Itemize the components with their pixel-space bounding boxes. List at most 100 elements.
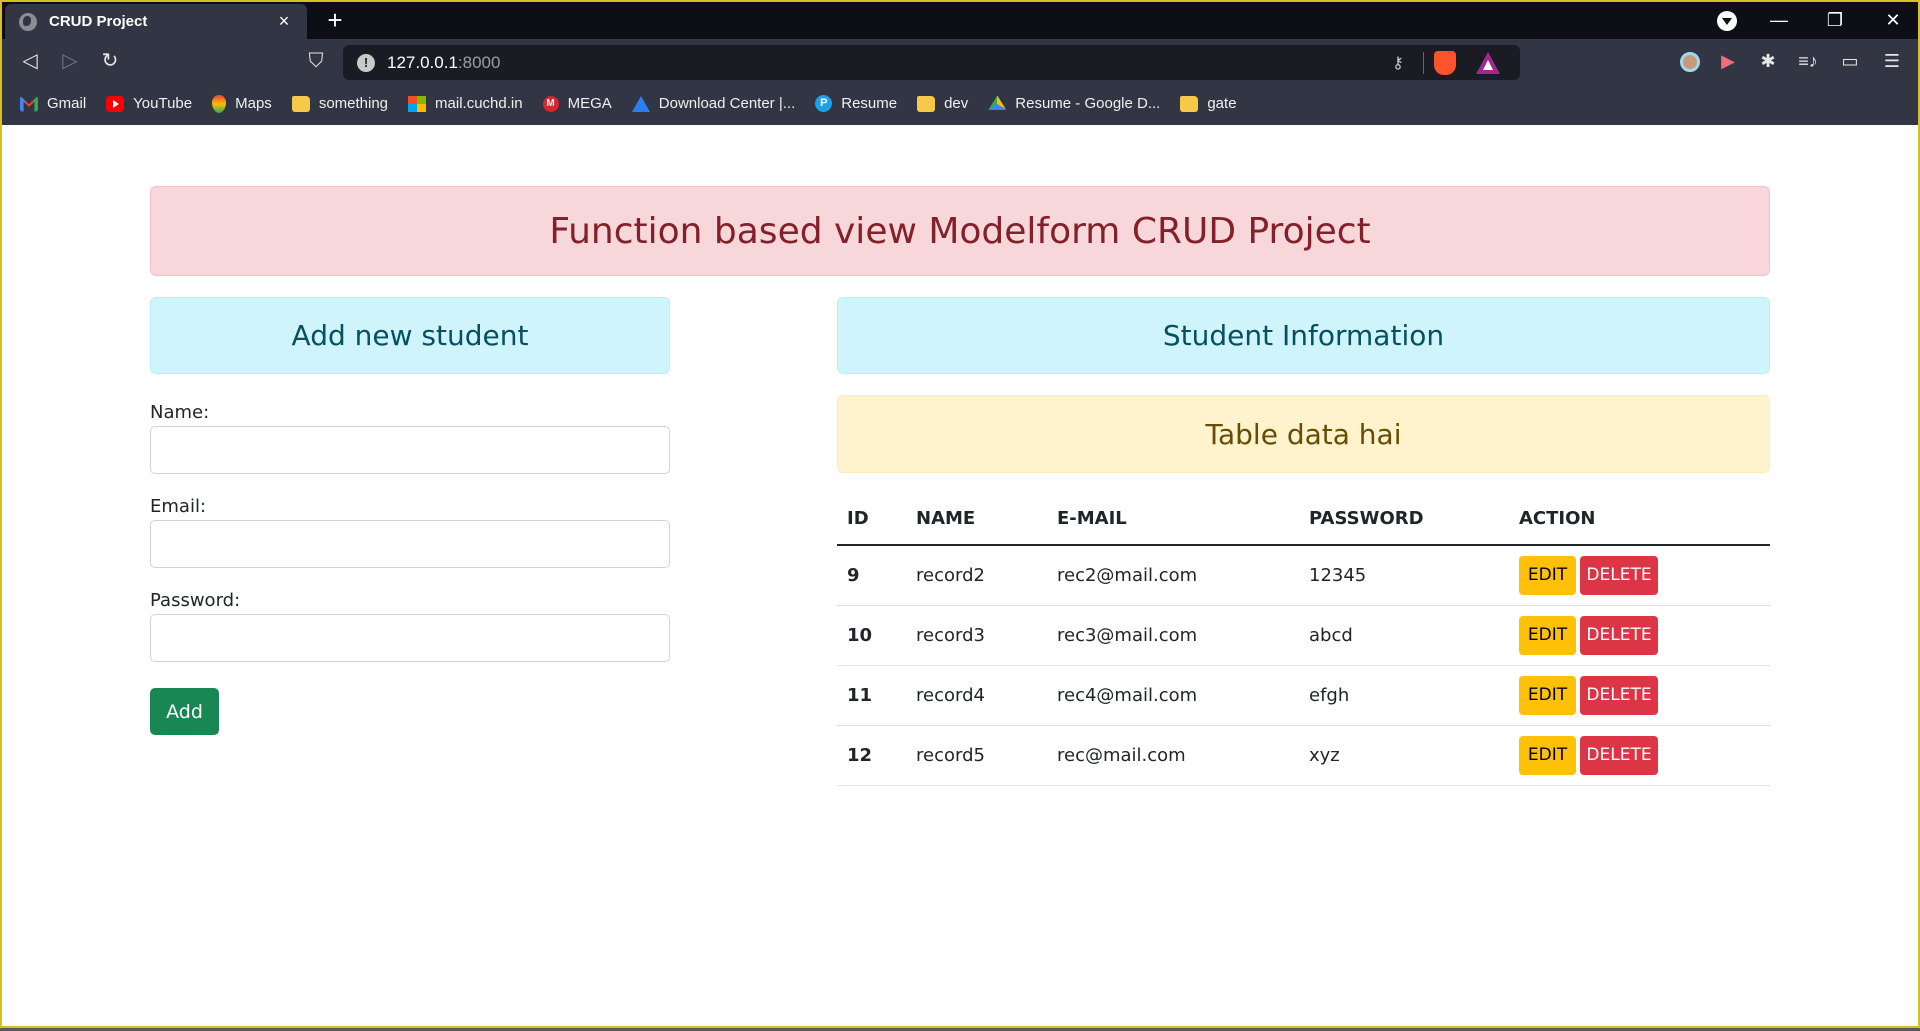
restore-button[interactable]: ❐ [1810, 2, 1860, 39]
password-input[interactable] [150, 614, 670, 662]
bookmark-gmail[interactable]: Gmail [20, 95, 86, 112]
cell-name: record4 [906, 665, 1047, 726]
download-center-icon [631, 95, 650, 112]
chevron-down-icon [1717, 11, 1737, 32]
column-header-id: ID [837, 492, 906, 546]
bookmark-resume-google-drive[interactable]: Resume - Google D... [988, 95, 1160, 112]
cell-name: record2 [906, 545, 1047, 606]
site-info-icon[interactable]: ! [357, 53, 375, 72]
bookmark-maps[interactable]: Maps [212, 94, 272, 113]
brave-rewards-icon[interactable] [1476, 51, 1500, 74]
forward-icon[interactable]: ▷ [54, 45, 86, 77]
bookmark-dev[interactable]: dev [917, 95, 968, 112]
cell-password: 12345 [1299, 545, 1509, 606]
browser-window: CRUD Project × + — ❐ ✕ ◁ ▷ ↻ ⛉ ! 127.0.0… [0, 0, 1920, 1028]
new-tab-button[interactable]: + [320, 5, 350, 35]
table-header-row: ID NAME E-MAIL PASSWORD ACTION [837, 492, 1770, 546]
url-host: 127.0.0.1 [387, 52, 458, 72]
close-tab-icon[interactable]: × [273, 11, 295, 32]
url-port: :8000 [457, 52, 501, 72]
bookmark-download-center[interactable]: Download Center |... [631, 95, 796, 112]
bookmark-icon[interactable]: ⛉ [300, 45, 332, 77]
cell-id: 11 [837, 665, 906, 726]
column-header-name: NAME [906, 492, 1047, 546]
globe-icon [19, 12, 37, 31]
folder-icon [1180, 95, 1199, 112]
bookmark-label: something [318, 95, 389, 112]
column-header-email: E-MAIL [1047, 492, 1299, 546]
cell-email: rec2@mail.com [1047, 545, 1299, 606]
close-window-button[interactable]: ✕ [1868, 2, 1918, 39]
email-label: Email: [150, 496, 207, 517]
bookmark-mail-cuchd[interactable]: mail.cuchd.in [408, 95, 523, 112]
url-text[interactable]: 127.0.0.1:8000 [387, 53, 1383, 73]
column-header-password: PASSWORD [1299, 492, 1509, 546]
youtube-icon [106, 95, 125, 112]
name-label: Name: [150, 402, 210, 423]
bookmark-label: gate [1207, 95, 1237, 112]
bookmark-gate[interactable]: gate [1180, 95, 1237, 112]
bookmarks-bar: Gmail YouTube Maps something mail.cuchd.… [2, 82, 1918, 125]
email-input[interactable] [150, 520, 670, 568]
brave-shields-icon[interactable] [1434, 50, 1456, 75]
key-icon[interactable]: ⚷ [1383, 53, 1413, 73]
menu-icon[interactable]: ☰ [1876, 45, 1908, 77]
divider [1423, 51, 1424, 74]
cell-action: EDIT DELETE [1509, 545, 1770, 606]
password-label: Password: [150, 590, 241, 611]
name-input[interactable] [150, 426, 670, 474]
edit-button[interactable]: EDIT [1519, 735, 1576, 775]
cell-name: record5 [906, 725, 1047, 786]
media-playlist-icon[interactable]: ≡♪ [1792, 45, 1824, 77]
edit-button[interactable]: EDIT [1519, 555, 1576, 595]
reload-icon[interactable]: ↻ [94, 45, 126, 77]
extension-avatar-icon[interactable] [1674, 45, 1706, 77]
cell-email: rec@mail.com [1047, 725, 1299, 786]
edit-button[interactable]: EDIT [1519, 615, 1576, 655]
add-student-heading: Add new student [150, 297, 670, 374]
students-table: ID NAME E-MAIL PASSWORD ACTION 9 record2… [837, 492, 1770, 786]
wallet-icon[interactable]: ▭ [1834, 45, 1866, 77]
cell-id: 9 [837, 545, 906, 606]
table-row: 9 record2 rec2@mail.com 12345 EDIT DELETE [837, 545, 1770, 606]
bookmark-something[interactable]: something [291, 95, 389, 112]
address-bar[interactable]: ! 127.0.0.1:8000 ⚷ [343, 45, 1520, 80]
minimize-button[interactable]: — [1754, 2, 1804, 39]
toolbar: ◁ ▷ ↻ ⛉ ! 127.0.0.1:8000 ⚷ ▶ ✱ ≡♪ ▭ ☰ [2, 39, 1918, 82]
bookmark-resume[interactable]: P Resume [815, 95, 897, 112]
bookmark-label: mail.cuchd.in [435, 95, 523, 112]
bookmark-label: YouTube [133, 95, 193, 112]
tab-search-button[interactable] [1702, 2, 1752, 39]
bookmark-label: Resume [841, 95, 898, 112]
cell-id: 12 [837, 725, 906, 786]
tab-strip: CRUD Project × + — ❐ ✕ [2, 2, 1918, 39]
gmail-icon [20, 95, 38, 112]
cell-password: xyz [1299, 725, 1509, 786]
cell-name: record3 [906, 605, 1047, 666]
tab-title: CRUD Project [49, 13, 148, 30]
student-information-heading: Student Information [837, 297, 1770, 374]
add-button[interactable]: Add [150, 688, 219, 735]
delete-button[interactable]: DELETE [1580, 735, 1658, 775]
bookmark-youtube[interactable]: YouTube [106, 95, 192, 112]
cell-action: EDIT DELETE [1509, 665, 1770, 726]
maps-pin-icon [212, 94, 227, 113]
extensions-puzzle-icon[interactable]: ✱ [1752, 45, 1784, 77]
table-row: 10 record3 rec3@mail.com abcd EDIT DELETE [837, 605, 1770, 666]
edit-button[interactable]: EDIT [1519, 675, 1576, 715]
cell-email: rec3@mail.com [1047, 605, 1299, 666]
page-title: Function based view Modelform CRUD Proje… [150, 186, 1770, 276]
cell-password: efgh [1299, 665, 1509, 726]
back-icon[interactable]: ◁ [14, 45, 46, 77]
bookmark-label: MEGA [567, 95, 612, 112]
cell-password: abcd [1299, 605, 1509, 666]
tab-crud-project[interactable]: CRUD Project × [5, 4, 307, 39]
delete-button[interactable]: DELETE [1580, 555, 1658, 595]
bookmark-mega[interactable]: M MEGA [542, 95, 612, 112]
delete-button[interactable]: DELETE [1580, 675, 1658, 715]
table-row: 12 record5 rec@mail.com xyz EDIT DELETE [837, 725, 1770, 786]
delete-button[interactable]: DELETE [1580, 615, 1658, 655]
record-extension-icon[interactable]: ▶ [1712, 45, 1744, 77]
bookmark-label: Download Center |... [658, 95, 796, 112]
cell-id: 10 [837, 605, 906, 666]
